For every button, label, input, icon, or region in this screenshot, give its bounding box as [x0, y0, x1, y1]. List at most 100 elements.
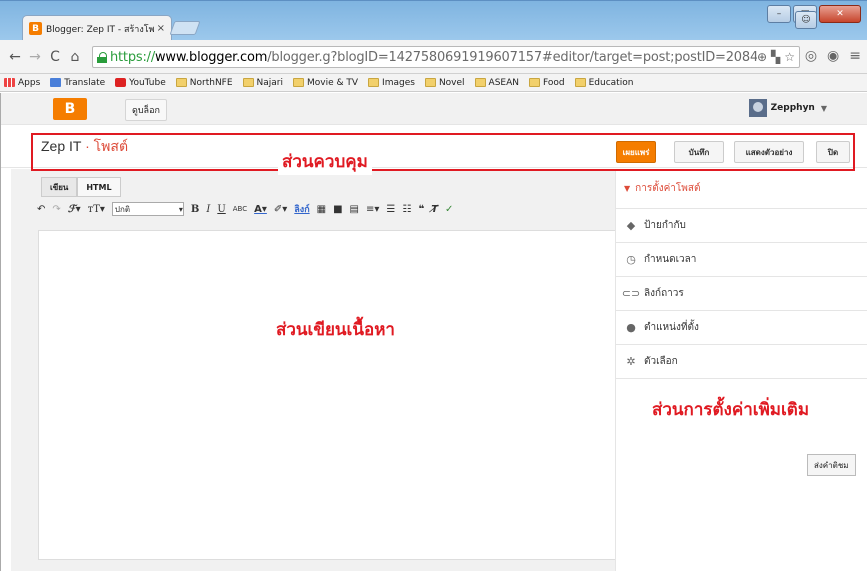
bullet-list-icon[interactable]: ☷ — [402, 204, 411, 215]
blogger-header: B ดูบล็อก Zepphyn ▼ — [1, 93, 867, 125]
bookmark-label: Novel — [438, 77, 465, 88]
user-profile-icon[interactable]: ☺ — [795, 11, 817, 29]
bookmark-translate[interactable]: Translate — [50, 78, 105, 88]
settings-item-options[interactable]: ✲ ตัวเลือก — [616, 345, 867, 379]
extension-icon[interactable]: ▚ — [771, 50, 780, 64]
bookmark-label: Apps — [18, 77, 41, 88]
settings-item-location[interactable]: ● ตำแหน่งที่ตั้ง — [616, 311, 867, 345]
bookmark-label: Translate — [64, 77, 106, 88]
minimize-icon[interactable]: – — [767, 5, 791, 23]
image-icon[interactable]: ▦ — [317, 204, 326, 215]
settings-item-permalink[interactable]: ⊂⊃ ลิงก์ถาวร — [616, 277, 867, 311]
align-icon[interactable]: ≡▾ — [366, 204, 379, 215]
bookmark-folder[interactable]: Movie & TV — [293, 78, 358, 88]
editor-area: เขียน HTML ↶ ↷ ℱ▾ ᴛT▾ ปกติ ▾ B I U ABC A▾… — [11, 169, 620, 571]
annotation-content: ส่วนเขียนเนื้อหา — [272, 316, 399, 343]
font-family-icon[interactable]: ℱ▾ — [68, 204, 81, 215]
spellcheck-icon[interactable]: ✓ — [445, 204, 453, 215]
bold-icon[interactable]: B — [191, 204, 199, 215]
post-settings-header[interactable]: ▼ การตั้งค่าโพสต์ — [616, 169, 867, 209]
format-toolbar: ↶ ↷ ℱ▾ ᴛT▾ ปกติ ▾ B I U ABC A▾ ✐▾ ลิงก์ ▦… — [37, 202, 453, 216]
bookmark-label: Education — [588, 77, 634, 88]
annotation-settings: ส่วนการตั้งค่าเพิ่มเติม — [648, 396, 814, 423]
settings-item-label: กำหนดเวลา — [644, 254, 697, 265]
extension-icon[interactable]: ◎ — [805, 48, 817, 64]
bookmark-folder[interactable]: Education — [574, 77, 634, 88]
blogger-favicon-icon: B — [29, 22, 42, 35]
italic-icon[interactable]: I — [206, 204, 210, 215]
bookmark-folder[interactable]: NorthNFE — [175, 77, 233, 88]
quote-icon[interactable]: ❝ — [418, 204, 424, 215]
tab-title: Blogger: Zep IT - สร้างโพสต — [46, 24, 154, 35]
bookmark-folder[interactable]: Novel — [424, 77, 465, 88]
bookmark-youtube[interactable]: YouTube — [115, 78, 166, 88]
settings-item-schedule[interactable]: ◷ กำหนดเวลา — [616, 243, 867, 277]
numbered-list-icon[interactable]: ☰ — [386, 204, 395, 215]
folder-icon — [368, 78, 380, 87]
jump-break-icon[interactable]: ▤ — [350, 204, 359, 215]
link-button[interactable]: ลิงก์ — [294, 202, 309, 216]
youtube-icon — [115, 78, 127, 87]
bookmark-folder[interactable]: Najari — [242, 78, 283, 88]
new-tab-button[interactable] — [169, 21, 201, 35]
back-icon[interactable]: ← — [6, 47, 24, 67]
control-section-highlight — [31, 133, 855, 171]
chevron-down-icon: ▼ — [624, 184, 631, 193]
zoom-icon[interactable]: ⊕ — [757, 50, 767, 64]
view-blog-button[interactable]: ดูบล็อก — [125, 99, 167, 121]
send-feedback-button[interactable]: ส่งคำติชม — [807, 454, 856, 476]
settings-item-label: ลิงก์ถาวร — [644, 288, 684, 299]
blogger-logo-icon[interactable]: B — [53, 98, 87, 120]
bookmark-label: ASEAN — [488, 77, 519, 88]
highlight-icon[interactable]: ✐▾ — [274, 204, 287, 215]
menu-icon[interactable]: ≡ — [849, 48, 861, 64]
post-settings-title: การตั้งค่าโพสต์ — [635, 183, 701, 194]
clear-formatting-icon[interactable]: T̸ — [431, 204, 438, 215]
url-path: /blogger.g?blogID=1427580691919607157#ed… — [267, 49, 757, 65]
annotation-control: ส่วนควบคุม — [278, 148, 372, 175]
video-icon[interactable]: ■ — [333, 204, 342, 215]
link-icon: ⊂⊃ — [621, 287, 641, 300]
extension-globe-icon[interactable]: ◉ — [827, 48, 839, 64]
browser-tab[interactable]: B Blogger: Zep IT - สร้างโพสต × — [22, 15, 172, 41]
font-size-icon[interactable]: ᴛT▾ — [88, 204, 105, 215]
folder-icon — [175, 78, 187, 87]
url-text[interactable]: https://www.blogger.com/blogger.g?blogID… — [110, 50, 757, 65]
user-menu[interactable]: Zepphyn ▼ — [748, 99, 827, 117]
home-icon[interactable]: ⌂ — [66, 47, 84, 67]
settings-item-label: ตำแหน่งที่ตั้ง — [644, 322, 699, 333]
user-name: Zepphyn — [770, 103, 815, 113]
avatar — [748, 99, 767, 117]
bookmark-folder[interactable]: Images — [368, 78, 415, 88]
compose-textarea[interactable] — [38, 230, 620, 560]
tab-compose[interactable]: เขียน — [41, 177, 78, 197]
translate-icon — [50, 78, 62, 87]
strikethrough-icon[interactable]: ABC — [233, 205, 247, 213]
folder-icon — [574, 78, 586, 87]
folder-icon — [293, 78, 305, 87]
redo-icon[interactable]: ↷ — [52, 204, 60, 215]
bookmark-star-icon[interactable]: ☆ — [784, 50, 795, 64]
bookmark-label: Food — [543, 77, 565, 88]
text-color-icon[interactable]: A▾ — [254, 204, 267, 215]
apps-icon — [4, 78, 15, 87]
reload-icon[interactable]: C — [46, 47, 64, 67]
close-window-icon[interactable]: ✕ — [819, 5, 861, 23]
forward-icon[interactable]: → — [26, 47, 44, 67]
url-scheme: https:// — [110, 49, 155, 65]
undo-icon[interactable]: ↶ — [37, 204, 45, 215]
tab-html[interactable]: HTML — [77, 177, 121, 197]
address-bar[interactable]: https://www.blogger.com/blogger.g?blogID… — [92, 46, 800, 68]
settings-item-labels[interactable]: ◆ ป้ายกำกับ — [616, 209, 867, 243]
tab-close-icon[interactable]: × — [157, 23, 165, 34]
bookmark-folder[interactable]: Food — [529, 78, 565, 88]
label-tag-icon: ◆ — [626, 219, 636, 232]
url-host: www.blogger.com — [155, 49, 268, 65]
underline-icon[interactable]: U — [217, 204, 225, 215]
bookmark-apps[interactable]: Apps — [4, 78, 40, 88]
browser-titlebar: B Blogger: Zep IT - สร้างโพสต × ☺ – □ ✕ — [0, 0, 867, 41]
folder-icon — [529, 78, 540, 87]
bookmark-folder[interactable]: ASEAN — [474, 77, 519, 88]
format-select[interactable]: ปกติ ▾ — [111, 202, 184, 216]
bookmark-label: NorthNFE — [189, 77, 233, 88]
